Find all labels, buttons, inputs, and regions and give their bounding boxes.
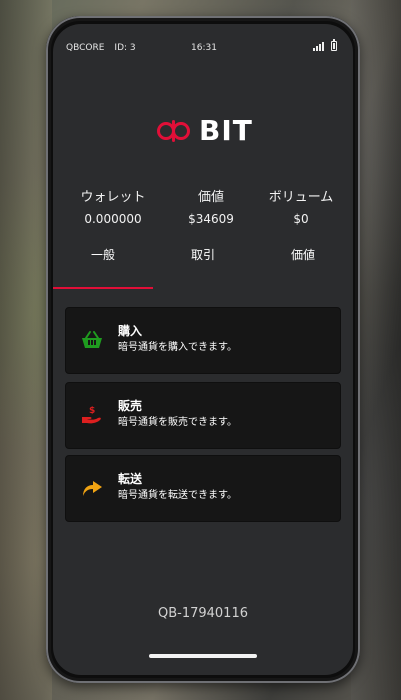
hand-money-icon: $	[82, 406, 101, 424]
tab-general[interactable]: 一般	[53, 244, 153, 290]
tab-value[interactable]: 価値	[253, 244, 353, 290]
stat-wallet-value: 0.000000	[84, 212, 142, 226]
tab-bar: 一般 取引 価値	[53, 244, 353, 290]
background-wall-left	[0, 0, 52, 700]
status-bar: QBCORE ID: 3 16:31	[53, 24, 353, 68]
stat-volume-value: $0	[293, 212, 309, 226]
status-left: QBCORE ID: 3	[66, 43, 136, 53]
status-id: ID: 3	[114, 43, 136, 53]
sell-action[interactable]: $ 販売 暗号通貨を販売できます。	[65, 382, 341, 449]
stat-price-label: 価値	[197, 190, 224, 205]
tab-trade[interactable]: 取引	[153, 244, 253, 290]
account-id: QB-17940116	[157, 606, 248, 621]
signal-icon	[313, 41, 324, 51]
phone-frame: QBCORE ID: 3 16:31 BIT ウォレット 0.000000 価値…	[46, 16, 360, 683]
buy-action[interactable]: 購入 暗号通貨を購入できます。	[65, 307, 341, 374]
stats-row: ウォレット 0.000000 価値 $34609 ボリューム $0	[53, 190, 353, 230]
transfer-action[interactable]: 転送 暗号通貨を転送できます。	[65, 455, 341, 522]
sell-title: 販売	[118, 399, 143, 413]
transfer-title: 転送	[118, 472, 143, 486]
share-arrow-icon	[83, 481, 102, 496]
buy-title: 購入	[118, 324, 143, 338]
status-icons	[313, 39, 337, 51]
status-carrier: QBCORE	[66, 43, 105, 53]
stat-volume-label: ボリューム	[268, 190, 334, 205]
stat-wallet: ウォレット 0.000000	[63, 190, 163, 228]
sell-description: 暗号通貨を販売できます。	[118, 417, 237, 428]
svg-text:$: $	[89, 406, 95, 416]
transfer-description: 暗号通貨を転送できます。	[118, 490, 237, 501]
buy-description: 暗号通貨を購入できます。	[118, 342, 237, 353]
qbit-logo-icon	[157, 119, 190, 142]
stat-wallet-label: ウォレット	[80, 190, 146, 205]
status-time: 16:31	[191, 43, 217, 53]
stat-price: 価値 $34609	[161, 190, 261, 228]
battery-icon	[331, 39, 337, 51]
basket-icon	[82, 331, 102, 348]
stat-volume: ボリューム $0	[251, 190, 351, 228]
phone-screen: QBCORE ID: 3 16:31 BIT ウォレット 0.000000 価値…	[53, 24, 353, 675]
app-name: BIT	[199, 114, 253, 147]
home-indicator[interactable]	[149, 654, 257, 658]
stat-price-value: $34609	[188, 212, 234, 226]
app-logo: BIT	[156, 114, 253, 147]
